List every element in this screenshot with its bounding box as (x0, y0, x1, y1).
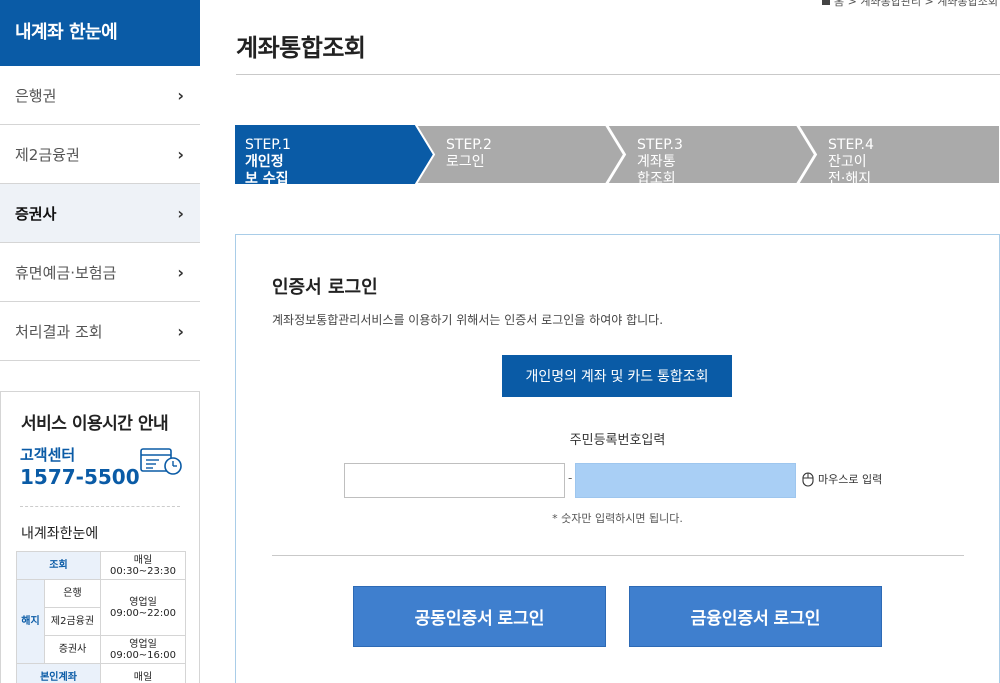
step-arrows (235, 125, 1000, 184)
step-number: STEP.1 (245, 137, 291, 153)
sidebar-item-label: 증권사 (15, 204, 57, 223)
sidebar-item-bank[interactable]: 은행권 › (0, 66, 200, 125)
step-label: 개인정보 수집 및 이용동의 (245, 154, 289, 221)
step-label: 로그인 (446, 154, 485, 170)
step-1: STEP.1 개인정보 수집 및 이용동의 (245, 137, 291, 222)
step-number: STEP.4 (828, 137, 874, 153)
hours-cell: 영업일 09:00~16:00 (100, 635, 186, 664)
step-number: STEP.2 (446, 137, 492, 153)
cert-login-panel: 인증서 로그인 계좌정보통합관리서비스를 이용하기 위해서는 인증서 로그인을 … (235, 234, 1000, 683)
sidebar-menu: 은행권 › 제2금융권 › 증권사 › 휴면예금·보험금 › 처리결과 조회 › (0, 66, 200, 361)
sidebar-item-dormant-deposit[interactable]: 휴면예금·보험금 › (0, 243, 200, 302)
sidebar-item-label: 은행권 (15, 86, 57, 105)
info-divider (20, 506, 180, 507)
sidebar: 내계좌 한눈에 은행권 › 제2금융권 › 증권사 › 휴면예금·보험금 › 처… (0, 0, 200, 683)
hours-cell: 은행 (44, 579, 101, 608)
customer-center-phone: 1577-5500 (20, 465, 140, 489)
step-label: 잔고이전·해지 (828, 154, 872, 187)
chevron-right-icon: › (177, 144, 184, 164)
hours-cell: 조회 (16, 551, 101, 580)
customer-center-label: 고객센터 (20, 446, 76, 464)
integrated-inquiry-button[interactable]: 개인명의 계좌 및 카드 통합조회 (502, 355, 732, 397)
rrn-label: 주민등록번호입력 (569, 433, 666, 448)
sidebar-item-second-finance[interactable]: 제2금융권 › (0, 125, 200, 184)
sidebar-item-label: 처리결과 조회 (15, 322, 103, 341)
service-hours-box: 서비스 이용시간 안내 고객센터 1577-5500 내계좌한눈에 조회 매일 0… (0, 391, 200, 683)
sidebar-item-label: 제2금융권 (15, 145, 80, 164)
table-row: 조회 매일 00:30~23:30 (16, 551, 186, 580)
rrn-hint: * 숫자만 입력하시면 됩니다. (552, 512, 683, 525)
table-row: 해지 은행 영업일 09:00~22:00 (16, 579, 186, 664)
financial-cert-login-button[interactable]: 금융인증서 로그인 (629, 586, 882, 647)
hours-cell: 본인계좌 (16, 663, 101, 683)
chevron-right-icon: › (177, 85, 184, 105)
hours-cell: 제2금융권 (44, 607, 101, 636)
hours-cell: 해지 (16, 579, 45, 664)
mouse-icon (802, 471, 814, 487)
hours-cell: 증권사 (44, 635, 101, 664)
title-divider (236, 74, 1000, 75)
rrn-front-input[interactable] (344, 463, 565, 498)
step-4: STEP.4 잔고이전·해지 (828, 137, 874, 188)
mouse-input-toggle[interactable]: 마우스로 입력 (802, 471, 882, 487)
customer-center-card-clock-icon (140, 448, 182, 475)
chevron-right-icon: › (177, 321, 184, 341)
step-number: STEP.3 (637, 137, 683, 153)
rrn-back-input[interactable] (575, 463, 796, 498)
step-label: 계좌통합조회 (637, 154, 676, 187)
hours-cell: 매일 00:30~23:30 (100, 551, 186, 580)
chevron-right-icon: › (177, 262, 184, 282)
rrn-separator: - (568, 471, 573, 485)
home-icon (822, 0, 831, 5)
hours-cell: 매일 (100, 663, 186, 683)
chevron-right-icon: › (177, 203, 184, 223)
step-3: STEP.3 계좌통합조회 (637, 137, 683, 188)
service-hours-title: 서비스 이용시간 안내 (21, 414, 169, 434)
joint-cert-login-button[interactable]: 공동인증서 로그인 (353, 586, 606, 647)
sidebar-item-label: 휴면예금·보험금 (15, 263, 117, 282)
sidebar-item-result-inquiry[interactable]: 처리결과 조회 › (0, 302, 200, 361)
step-2: STEP.2 로그인 (446, 137, 492, 171)
mouse-input-label: 마우스로 입력 (818, 473, 883, 486)
panel-divider (272, 555, 964, 556)
breadcrumb: 홈 > 계좌통합관리 > 계좌통합조회 (822, 0, 998, 9)
table-row: 본인계좌 매일 (16, 663, 186, 683)
breadcrumb-text: 홈 > 계좌통합관리 > 계좌통합조회 (834, 0, 998, 8)
sidebar-item-securities[interactable]: 증권사 › (0, 184, 200, 243)
service-hours-table: 조회 매일 00:30~23:30 해지 은행 영업일 09:00~22:00 제2… (16, 551, 186, 683)
page: 내계좌 한눈에 은행권 › 제2금융권 › 증권사 › 휴면예금·보험금 › 처… (0, 0, 1000, 683)
page-title: 계좌통합조회 (236, 34, 366, 62)
service-hours-subtitle: 내계좌한눈에 (21, 526, 99, 542)
panel-title: 인증서 로그인 (272, 277, 378, 298)
hours-cell: 영업일 09:00~22:00 (100, 579, 186, 636)
sidebar-title: 내계좌 한눈에 (0, 0, 200, 66)
panel-description: 계좌정보통합관리서비스를 이용하기 위해서는 인증서 로그인을 하여야 합니다. (272, 313, 664, 327)
